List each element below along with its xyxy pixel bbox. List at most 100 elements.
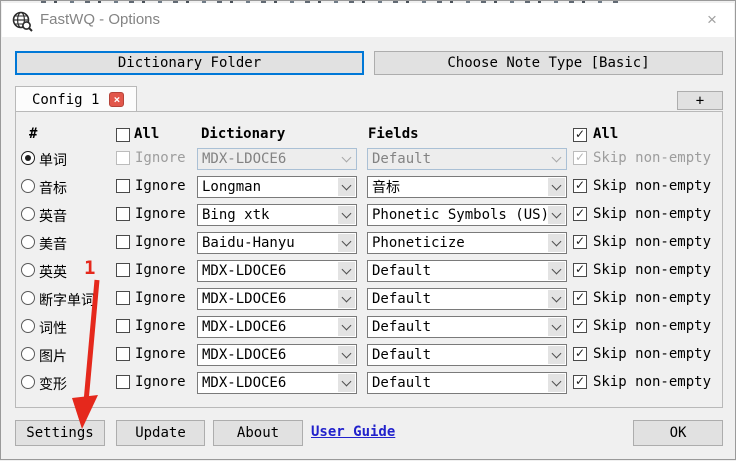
chevron-down-icon (548, 290, 565, 308)
field-label: 断字单词 (39, 293, 95, 309)
annotation-step-number: 1 (84, 257, 96, 279)
chevron-down-icon (338, 234, 355, 252)
table-row: 音标 Ignore Longman 音标 Skip non-empty (1, 176, 736, 200)
ignore-checkbox[interactable] (116, 179, 130, 193)
field-label: 英音 (39, 209, 67, 225)
chevron-down-icon (548, 318, 565, 336)
table-row: 英音 Ignore Bing xtk Phonetic Symbols (US)… (1, 204, 736, 228)
tab-config-1-label: Config 1 (32, 91, 100, 108)
chevron-down-icon (548, 178, 565, 196)
chevron-down-icon (338, 262, 355, 280)
dictionary-select[interactable]: Baidu-Hanyu (197, 232, 357, 254)
tab-close-icon[interactable]: × (109, 92, 125, 107)
ignore-label: Ignore (135, 262, 186, 278)
fields-select[interactable]: Default (367, 316, 567, 338)
fields-select[interactable]: Phoneticize (367, 232, 567, 254)
chevron-down-icon (548, 374, 565, 392)
dictionary-folder-button[interactable]: Dictionary Folder (15, 51, 364, 75)
skip-non-empty-label: Skip non-empty (593, 178, 712, 194)
ignore-checkbox[interactable] (116, 347, 130, 361)
skip-non-empty-label: Skip non-empty (593, 346, 712, 362)
fields-select: Default (367, 148, 567, 170)
field-radio[interactable] (21, 151, 35, 165)
dictionary-select[interactable]: MDX-LDOCE6 (197, 372, 357, 394)
column-header-number: # (29, 126, 38, 142)
settings-button[interactable]: Settings (15, 420, 105, 446)
dictionary-select[interactable]: MDX-LDOCE6 (197, 316, 357, 338)
table-row: 变形 Ignore MDX-LDOCE6 Default Skip non-em… (1, 372, 736, 396)
field-label: 单词 (39, 153, 67, 169)
all-ignore-checkbox[interactable] (116, 128, 130, 142)
background-screen-artifacts (41, 1, 619, 3)
ignore-checkbox[interactable] (116, 291, 130, 305)
user-guide-link[interactable]: User Guide (311, 424, 395, 440)
dictionary-select[interactable]: MDX-LDOCE6 (197, 260, 357, 282)
ignore-checkbox[interactable] (116, 235, 130, 249)
update-button[interactable]: Update (116, 420, 205, 446)
table-row: 美音 Ignore Baidu-Hanyu Phoneticize Skip n… (1, 232, 736, 256)
field-radio[interactable] (21, 375, 35, 389)
fields-select[interactable]: 音标 (367, 176, 567, 198)
table-row: 单词 Ignore MDX-LDOCE6 Default Skip non-em… (1, 148, 736, 172)
skip-non-empty-checkbox[interactable] (573, 178, 587, 193)
options-dialog: FastWQ - Options × Dictionary Folder Cho… (0, 0, 736, 460)
field-radio[interactable] (21, 319, 35, 333)
fields-select[interactable]: Default (367, 260, 567, 282)
chevron-down-icon (548, 206, 565, 224)
fields-select[interactable]: Default (367, 288, 567, 310)
skip-non-empty-label: Skip non-empty (593, 318, 712, 334)
skip-non-empty-label: Skip non-empty (593, 290, 712, 306)
ignore-checkbox[interactable] (116, 319, 130, 333)
skip-non-empty-checkbox[interactable] (573, 318, 587, 333)
field-radio[interactable] (21, 179, 35, 193)
skip-non-empty-checkbox[interactable] (573, 234, 587, 249)
close-window-button[interactable]: × (698, 7, 726, 33)
fields-select[interactable]: Default (367, 344, 567, 366)
chevron-down-icon (548, 262, 565, 280)
field-radio[interactable] (21, 263, 35, 277)
skip-non-empty-checkbox[interactable] (573, 290, 587, 305)
table-row: 图片 Ignore MDX-LDOCE6 Default Skip non-em… (1, 344, 736, 368)
field-label: 词性 (39, 321, 67, 337)
tab-config-1[interactable]: Config 1 × (15, 86, 137, 112)
field-label: 音标 (39, 181, 67, 197)
ok-button[interactable]: OK (633, 420, 723, 446)
ignore-label: Ignore (135, 234, 186, 250)
field-radio[interactable] (21, 207, 35, 221)
ignore-label: Ignore (135, 290, 186, 306)
about-button[interactable]: About (213, 420, 303, 446)
dictionary-select[interactable]: MDX-LDOCE6 (197, 344, 357, 366)
table-row: 断字单词 Ignore MDX-LDOCE6 Default Skip non-… (1, 288, 736, 312)
field-label: 美音 (39, 237, 67, 253)
dictionary-select[interactable]: Bing xtk (197, 204, 357, 226)
dictionary-select: MDX-LDOCE6 (197, 148, 357, 170)
ignore-checkbox[interactable] (116, 207, 130, 221)
field-label: 图片 (39, 349, 67, 365)
dictionary-select[interactable]: MDX-LDOCE6 (197, 288, 357, 310)
ignore-label: Ignore (135, 206, 186, 222)
skip-non-empty-checkbox[interactable] (573, 346, 587, 361)
field-radio[interactable] (21, 291, 35, 305)
field-radio[interactable] (21, 235, 35, 249)
ignore-label: Ignore (135, 318, 186, 334)
dictionary-select[interactable]: Longman (197, 176, 357, 198)
chevron-down-icon (548, 346, 565, 364)
all-skip-checkbox[interactable] (573, 127, 587, 142)
skip-non-empty-checkbox[interactable] (573, 374, 587, 389)
add-config-tab-button[interactable]: + (677, 91, 723, 110)
skip-non-empty-label: Skip non-empty (593, 234, 712, 250)
fields-select[interactable]: Phonetic Symbols (US) (367, 204, 567, 226)
field-radio[interactable] (21, 347, 35, 361)
ignore-checkbox[interactable] (116, 263, 130, 277)
skip-non-empty-label: Skip non-empty (593, 262, 712, 278)
skip-non-empty-checkbox (573, 150, 587, 165)
skip-non-empty-checkbox[interactable] (573, 206, 587, 221)
fields-select[interactable]: Default (367, 372, 567, 394)
table-row: 英英 Ignore MDX-LDOCE6 Default Skip non-em… (1, 260, 736, 284)
ignore-checkbox (116, 151, 130, 165)
fastwq-globe-search-icon (12, 11, 33, 32)
choose-note-type-button[interactable]: Choose Note Type [Basic] (374, 51, 723, 75)
ignore-label: Ignore (135, 346, 186, 362)
skip-non-empty-checkbox[interactable] (573, 262, 587, 277)
ignore-checkbox[interactable] (116, 375, 130, 389)
